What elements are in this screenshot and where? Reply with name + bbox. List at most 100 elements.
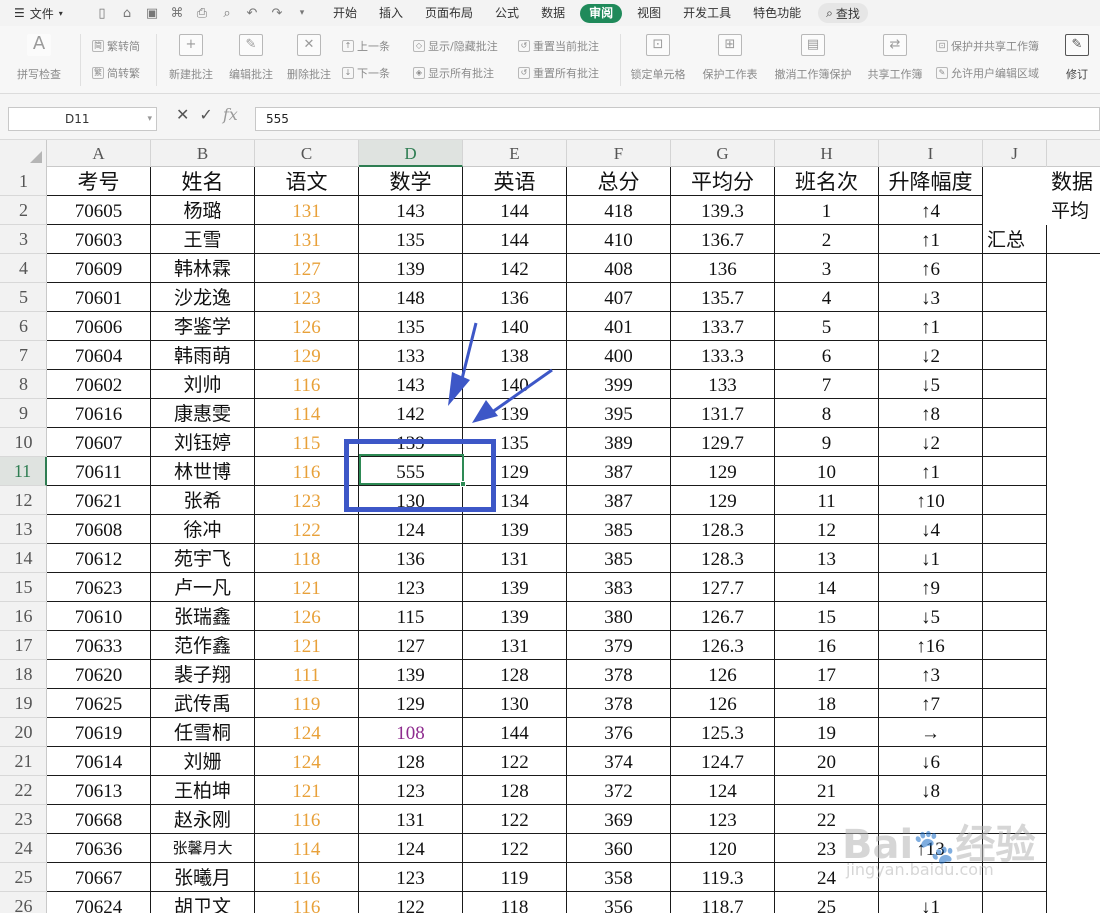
tab-data[interactable]: 数据: [530, 0, 576, 26]
edit-comment-icon: ✎: [239, 34, 263, 56]
next-item-icon: ↓: [342, 67, 354, 79]
new-comment-icon: +: [179, 34, 203, 56]
search-box[interactable]: ⌕ 查找: [818, 3, 868, 23]
undo-icon[interactable]: ↶: [244, 6, 260, 21]
delete-comment-icon: ✕: [297, 34, 321, 56]
print-preview-icon[interactable]: ⌕: [219, 6, 235, 21]
tab-insert[interactable]: 插入: [368, 0, 414, 26]
arrow-head-2: [472, 400, 498, 423]
spell-check-label: 拼写检查: [17, 68, 61, 81]
prev-item-label: 上一条: [357, 40, 390, 53]
allow-edit-ranges-label: 允许用户编辑区域: [951, 67, 1039, 80]
show-hide-comment-label: 显示/隐藏批注: [428, 40, 498, 53]
formula-actions: ✕ ✓ fx: [176, 105, 238, 124]
track-changes-label: 修订: [1066, 68, 1088, 81]
track-changes-button[interactable]: ✎ 修订: [1058, 34, 1096, 82]
protect-share-icon: ⊡: [936, 40, 948, 52]
prev-item-icon: ↑: [342, 40, 354, 52]
menu-bar: ☰ 文件 ▾ ▯ ⌂ ▣ ⌘ ⎙ ⌕ ↶ ↷ ▾ 开始 插入 页面布局 公式 数…: [0, 0, 1100, 26]
protect-sheet-label: 保护工作表: [702, 68, 758, 81]
arrow-line-2: [487, 368, 553, 417]
ribbon-tabs: 开始 插入 页面布局 公式 数据 审阅 视图 开发工具 特色功能 ⌕ 查找: [322, 0, 868, 26]
name-box[interactable]: D11 ▾: [8, 107, 157, 131]
spell-check-button[interactable]: A 拼写检查: [8, 34, 70, 82]
quick-access-toolbar: ▯ ⌂ ▣ ⌘ ⎙ ⌕ ↶ ↷ ▾: [88, 6, 310, 21]
reset-current-comment-button[interactable]: ↺ 重置当前批注: [518, 38, 599, 54]
new-file-icon[interactable]: ▯: [94, 6, 110, 21]
next-item-button[interactable]: ↓ 下一条: [342, 65, 390, 81]
watermark-url: jingyan.baidu.com: [846, 860, 994, 879]
trad-to-simp-icon: 简: [92, 40, 104, 52]
next-item-label: 下一条: [357, 67, 390, 80]
redo-icon[interactable]: ↷: [269, 6, 285, 21]
tab-view[interactable]: 视图: [626, 0, 672, 26]
lock-cell-icon: ⊡: [646, 34, 670, 56]
allow-edit-ranges-icon: ✎: [936, 67, 948, 79]
protect-share-workbook-button[interactable]: ⊡ 保护并共享工作簿: [936, 38, 1039, 54]
track-changes-icon: ✎: [1065, 34, 1089, 56]
trad-to-simp-label: 繁转简: [107, 40, 140, 53]
annotation-arrows: [448, 322, 553, 423]
tab-formulas[interactable]: 公式: [484, 0, 530, 26]
show-all-comments-icon: ◈: [413, 67, 425, 79]
unprotect-workbook-button[interactable]: ▤ 撤消工作簿保护: [770, 34, 856, 82]
show-all-comments-button[interactable]: ◈ 显示所有批注: [413, 65, 494, 81]
tab-home[interactable]: 开始: [322, 0, 368, 26]
reset-all-comments-button[interactable]: ↺ 重置所有批注: [518, 65, 599, 81]
show-hide-comment-button[interactable]: ◇ 显示/隐藏批注: [413, 38, 498, 54]
edit-comment-label: 编辑批注: [229, 68, 273, 81]
chevron-down-icon: ▾: [58, 8, 63, 18]
tab-page-layout[interactable]: 页面布局: [414, 0, 484, 26]
new-comment-button[interactable]: + 新建批注: [163, 34, 219, 82]
formula-bar: D11 ▾ ✕ ✓ fx 555: [0, 94, 1100, 140]
protect-share-workbook-label: 保护并共享工作簿: [951, 40, 1039, 53]
share-workbook-icon: ⇄: [883, 34, 907, 56]
search-label: 查找: [835, 6, 860, 21]
lock-cell-label: 锁定单元格: [630, 68, 686, 81]
name-box-value: D11: [65, 112, 90, 126]
formula-input[interactable]: 555: [255, 107, 1100, 131]
protect-sheet-icon: ⊞: [718, 34, 742, 56]
format-painter-icon[interactable]: ⌘: [169, 6, 185, 21]
share-workbook-label: 共享工作簿: [867, 68, 923, 81]
simp-to-trad-label: 简转繁: [107, 67, 140, 80]
prev-item-button[interactable]: ↑ 上一条: [342, 38, 390, 54]
hamburger-icon: ☰: [14, 6, 25, 20]
trad-to-simp-button[interactable]: 简 繁转简: [92, 38, 140, 54]
tab-developer[interactable]: 开发工具: [672, 0, 742, 26]
allow-edit-ranges-button[interactable]: ✎ 允许用户编辑区域: [936, 65, 1039, 81]
tab-review[interactable]: 审阅: [580, 3, 623, 23]
simp-to-trad-icon: 繁: [92, 67, 104, 79]
file-menu-label: 文件: [29, 6, 54, 21]
reset-all-comments-label: 重置所有批注: [533, 67, 599, 80]
lock-cell-button[interactable]: ⊡ 锁定单元格: [626, 34, 690, 82]
cancel-icon[interactable]: ✕: [176, 105, 189, 124]
simp-to-trad-button[interactable]: 繁 简转繁: [92, 65, 140, 81]
name-box-dropdown-icon[interactable]: ▾: [147, 108, 152, 130]
edit-comment-button[interactable]: ✎ 编辑批注: [223, 34, 279, 82]
unprotect-workbook-icon: ▤: [801, 34, 825, 56]
share-workbook-button[interactable]: ⇄ 共享工作簿: [863, 34, 927, 82]
reset-current-comment-label: 重置当前批注: [533, 40, 599, 53]
save-icon[interactable]: ▣: [144, 6, 160, 21]
protect-sheet-button[interactable]: ⊞ 保护工作表: [697, 34, 763, 82]
show-hide-comment-icon: ◇: [413, 40, 425, 52]
spell-check-icon: A: [27, 34, 51, 56]
file-menu[interactable]: ☰ 文件 ▾: [0, 5, 88, 22]
delete-comment-label: 删除批注: [287, 68, 331, 81]
review-ribbon: A 拼写检查 简 繁转简 繁 简转繁 + 新建批注 ✎ 编辑批注 ✕ 删除批注 …: [0, 26, 1100, 94]
new-comment-label: 新建批注: [169, 68, 213, 81]
open-folder-icon[interactable]: ⌂: [119, 6, 135, 21]
confirm-icon[interactable]: ✓: [199, 105, 212, 124]
spreadsheet-grid: ABCDEFGHIJ 1 2 3 4 5 6 7 8 9 10 11 12 13 14 15 16 17 18 19…: [0, 140, 1100, 913]
unprotect-workbook-label: 撤消工作簿保护: [774, 68, 852, 81]
search-icon: ⌕: [826, 5, 833, 20]
delete-comment-button[interactable]: ✕ 删除批注: [281, 34, 337, 82]
reset-current-comment-icon: ↺: [518, 40, 530, 52]
tab-special-features[interactable]: 特色功能: [742, 0, 812, 26]
reset-all-comments-icon: ↺: [518, 67, 530, 79]
insert-function-icon[interactable]: fx: [223, 105, 238, 124]
print-icon[interactable]: ⎙: [194, 6, 210, 21]
arrow-head-1: [448, 372, 470, 406]
customize-chevron-icon[interactable]: ▾: [294, 8, 310, 18]
